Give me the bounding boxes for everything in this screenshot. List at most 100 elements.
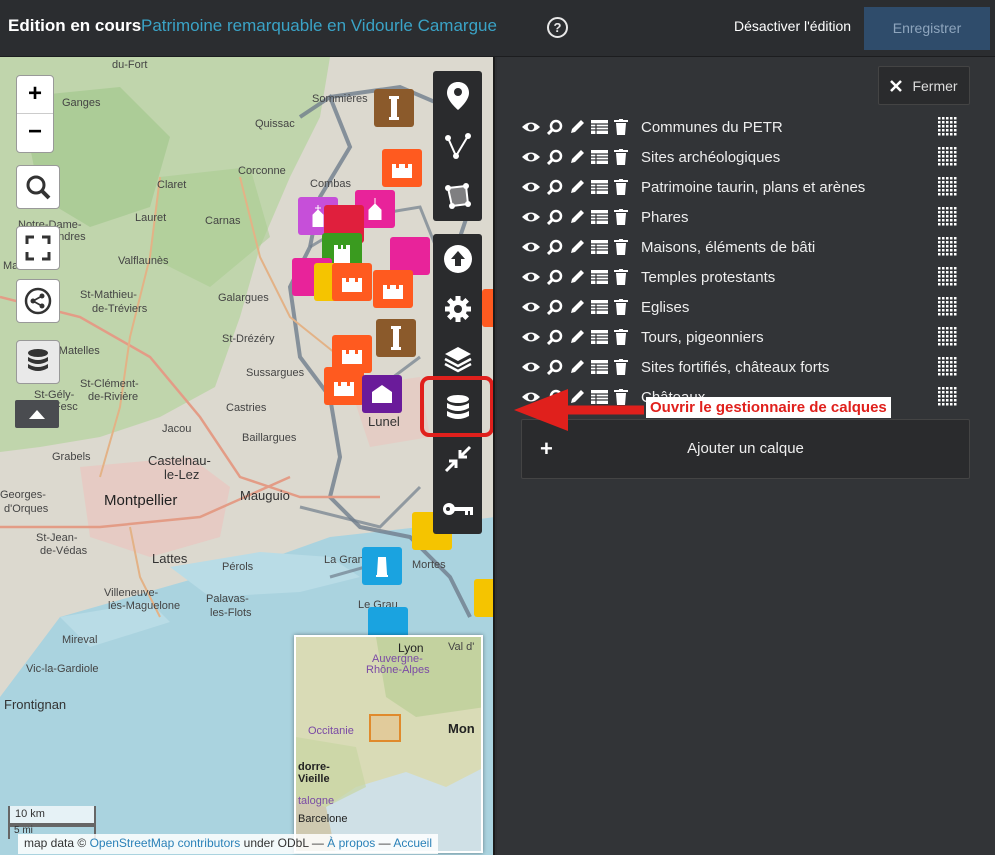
toggle-visibility-icon[interactable]: [521, 270, 541, 284]
trash-icon[interactable]: [614, 359, 628, 375]
zoom-to-layer-icon[interactable]: [547, 359, 563, 375]
table-icon[interactable]: [591, 300, 608, 314]
drag-handle-icon[interactable]: [938, 207, 958, 232]
marker-castle[interactable]: [332, 263, 372, 301]
permissions-button[interactable]: [433, 484, 482, 534]
marker-tower[interactable]: [474, 579, 493, 617]
marker-castle[interactable]: [482, 289, 493, 327]
drag-handle-icon[interactable]: [938, 327, 958, 352]
marker-archaeological[interactable]: [374, 89, 414, 127]
toggle-visibility-icon[interactable]: [521, 150, 541, 164]
drag-handle-icon[interactable]: [938, 297, 958, 322]
edit-layer-icon[interactable]: [569, 239, 585, 255]
layer-row[interactable]: Eglises: [521, 292, 966, 322]
edit-layer-icon[interactable]: [569, 209, 585, 225]
edit-layer-icon[interactable]: [569, 179, 585, 195]
layer-row[interactable]: Maisons, éléments de bâti: [521, 232, 966, 262]
marker-archaeological[interactable]: [376, 319, 416, 357]
zoom-to-layer-icon[interactable]: [547, 119, 563, 135]
trash-icon[interactable]: [614, 179, 628, 195]
toggle-visibility-icon[interactable]: [521, 330, 541, 344]
drag-handle-icon[interactable]: [938, 357, 958, 382]
trash-icon[interactable]: [614, 149, 628, 165]
map-settings-button[interactable]: [433, 284, 482, 334]
marker-castle[interactable]: [373, 270, 413, 308]
data-layers-button[interactable]: [16, 340, 60, 384]
fullscreen-button[interactable]: [16, 226, 60, 270]
disable-edit-button[interactable]: Désactiver l'édition: [734, 18, 851, 34]
map-extent-button[interactable]: [433, 434, 482, 484]
trash-icon[interactable]: [614, 329, 628, 345]
draw-polygon-button[interactable]: [433, 171, 482, 221]
trash-icon[interactable]: [614, 239, 628, 255]
table-icon[interactable]: [591, 360, 608, 374]
osm-link[interactable]: OpenStreetMap contributors: [90, 836, 241, 850]
zoom-in-button[interactable]: +: [17, 76, 53, 114]
project-name-link[interactable]: Patrimoine remarquable en Vidourle Camar…: [141, 16, 497, 36]
search-button[interactable]: [16, 165, 60, 209]
zoom-to-layer-icon[interactable]: [547, 179, 563, 195]
drag-handle-icon[interactable]: [938, 237, 958, 262]
draw-line-button[interactable]: [433, 121, 482, 171]
map-view[interactable]: du-Fort Ganges Quissac Claret Corconne C…: [0, 57, 495, 855]
trash-icon[interactable]: [614, 209, 628, 225]
marker-castle[interactable]: [324, 367, 364, 405]
zoom-to-layer-icon[interactable]: [547, 329, 563, 345]
layer-row[interactable]: Tours, pigeonniers: [521, 322, 966, 352]
edit-layer-icon[interactable]: [569, 269, 585, 285]
toggle-visibility-icon[interactable]: [521, 180, 541, 194]
marker-castle[interactable]: [382, 149, 422, 187]
edit-layer-icon[interactable]: [569, 299, 585, 315]
table-icon[interactable]: [591, 330, 608, 344]
close-panel-button[interactable]: Fermer: [878, 66, 970, 105]
toggle-visibility-icon[interactable]: [521, 210, 541, 224]
minimap-place: Rhône-Alpes: [366, 664, 430, 676]
zoom-to-layer-icon[interactable]: [547, 269, 563, 285]
import-data-button[interactable]: [433, 234, 482, 284]
help-button[interactable]: ?: [547, 17, 568, 38]
toggle-visibility-icon[interactable]: [521, 120, 541, 134]
layer-row[interactable]: Sites archéologiques: [521, 142, 966, 172]
table-icon[interactable]: [591, 270, 608, 284]
draw-marker-button[interactable]: [433, 71, 482, 121]
table-icon[interactable]: [591, 150, 608, 164]
layer-row[interactable]: Temples protestants: [521, 262, 966, 292]
zoom-to-layer-icon[interactable]: [547, 239, 563, 255]
trash-icon[interactable]: [614, 299, 628, 315]
toggle-visibility-icon[interactable]: [521, 360, 541, 374]
table-icon[interactable]: [591, 240, 608, 254]
drag-handle-icon[interactable]: [938, 147, 958, 172]
zoom-to-layer-icon[interactable]: [547, 209, 563, 225]
edit-layer-icon[interactable]: [569, 329, 585, 345]
toggle-visibility-icon[interactable]: [521, 300, 541, 314]
edit-layer-icon[interactable]: [569, 359, 585, 375]
zoom-to-layer-icon[interactable]: [547, 149, 563, 165]
edit-layer-icon[interactable]: [569, 119, 585, 135]
drag-handle-icon[interactable]: [938, 117, 958, 142]
edit-layer-icon[interactable]: [569, 149, 585, 165]
marker-lighthouse[interactable]: [362, 547, 402, 585]
minimap[interactable]: Lyon Auvergne- Rhône-Alpes Val d' Occita…: [294, 635, 483, 853]
trash-icon[interactable]: [614, 119, 628, 135]
table-icon[interactable]: [591, 120, 608, 134]
table-icon[interactable]: [591, 180, 608, 194]
drag-handle-icon[interactable]: [938, 267, 958, 292]
drag-handle-icon[interactable]: [938, 387, 958, 412]
layer-row[interactable]: Patrimoine taurin, plans et arènes: [521, 172, 966, 202]
home-link[interactable]: Accueil: [393, 836, 432, 850]
drag-handle-icon[interactable]: [938, 177, 958, 202]
collapse-controls-button[interactable]: [15, 400, 59, 428]
zoom-out-button[interactable]: −: [17, 114, 53, 152]
layer-row[interactable]: Communes du PETR: [521, 112, 966, 142]
marker-house[interactable]: [362, 375, 402, 413]
toggle-visibility-icon[interactable]: [521, 240, 541, 254]
layer-row[interactable]: Sites fortifiés, châteaux forts: [521, 352, 966, 382]
table-icon[interactable]: [591, 210, 608, 224]
layer-row[interactable]: Phares: [521, 202, 966, 232]
zoom-to-layer-icon[interactable]: [547, 299, 563, 315]
polygon-icon: [444, 183, 471, 209]
trash-icon[interactable]: [614, 269, 628, 285]
about-link[interactable]: À propos: [327, 836, 375, 850]
share-button[interactable]: [16, 279, 60, 323]
save-button[interactable]: Enregistrer: [864, 7, 990, 50]
